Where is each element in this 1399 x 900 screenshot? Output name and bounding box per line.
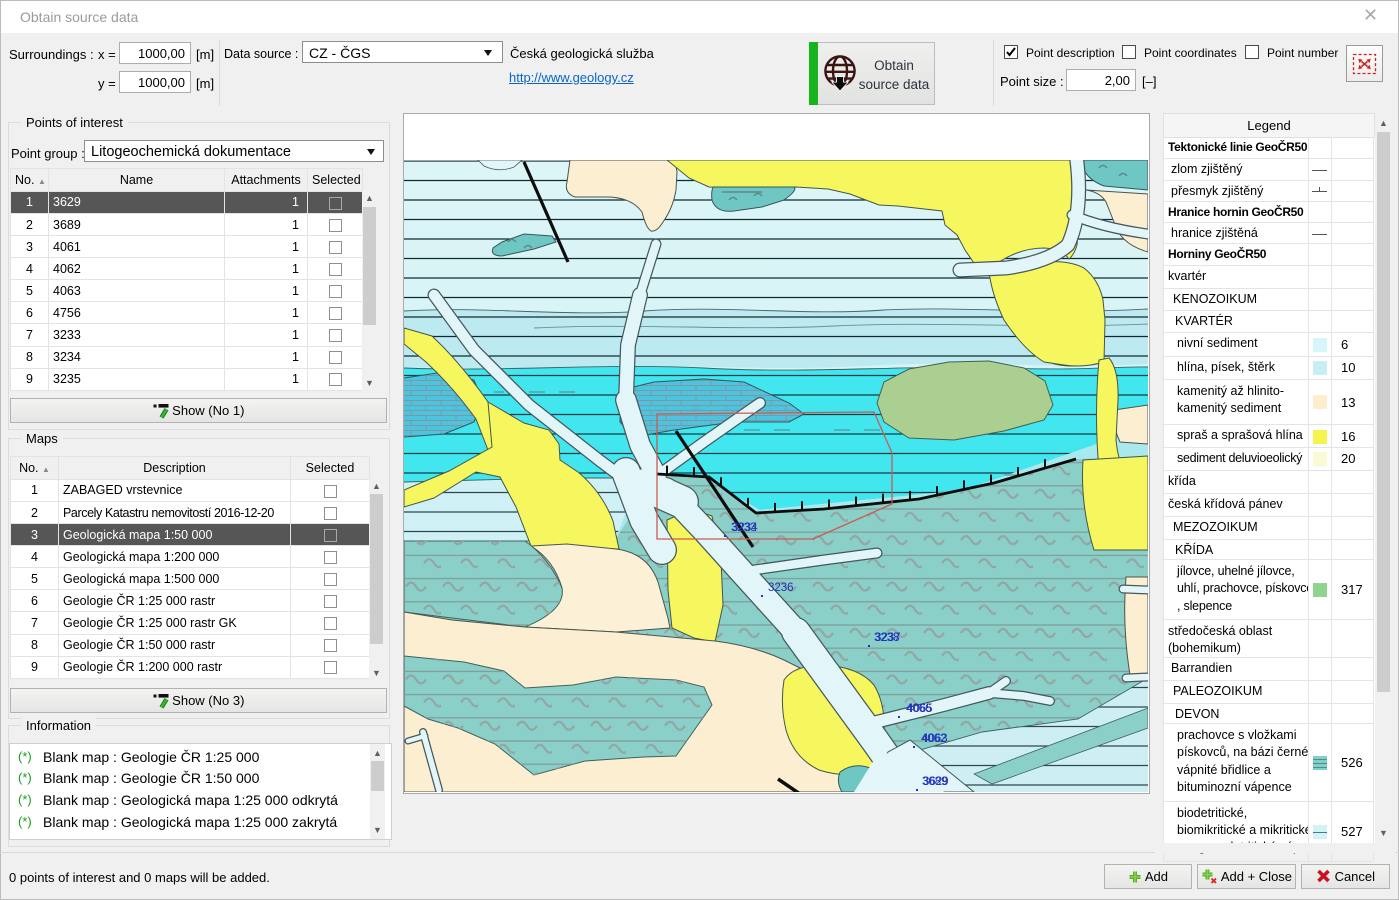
svg-text:4063: 4063 xyxy=(922,733,948,745)
svg-text:3234: 3234 xyxy=(732,522,758,534)
svg-text:3629: 3629 xyxy=(923,776,949,788)
svg-text:4065: 4065 xyxy=(907,703,933,715)
svg-text:3236: 3236 xyxy=(768,582,794,594)
svg-text:3237: 3237 xyxy=(875,632,901,644)
